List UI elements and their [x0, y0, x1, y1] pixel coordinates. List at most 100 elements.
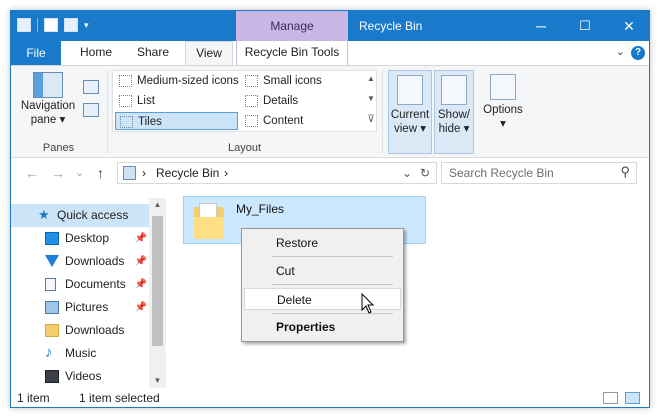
layout-details[interactable]: Details — [241, 92, 363, 110]
search-input[interactable]: Search Recycle Bin ⚲ — [441, 162, 637, 184]
tab-view[interactable]: View — [185, 41, 233, 65]
current-view-label-2: view ▾ — [394, 123, 426, 135]
scrollbar-thumb[interactable] — [152, 216, 163, 346]
new-folder-qat-icon[interactable] — [64, 18, 78, 32]
layout-scroll-up-icon[interactable]: ▲ — [365, 74, 377, 83]
restore-menu-item[interactable]: Restore — [244, 232, 401, 254]
nav-item-label: Pictures — [65, 300, 109, 314]
options-label: Options — [483, 104, 523, 116]
navigation-pane-button[interactable]: Navigation pane ▾ — [17, 72, 79, 126]
up-button[interactable]: ↑ — [97, 165, 104, 181]
ribbon-collapse-icon[interactable]: ⌄ — [616, 45, 625, 58]
properties-menu-item[interactable]: Properties — [244, 316, 401, 338]
pin-icon[interactable]: 📌 — [135, 296, 147, 319]
tiles-icon — [120, 116, 133, 128]
breadcrumb-separator[interactable]: › — [224, 163, 228, 183]
quick-access-toolbar: ▾ — [17, 18, 89, 32]
tab-home[interactable]: Home — [71, 41, 121, 65]
nav-quick-access[interactable]: ★ Quick access — [11, 204, 149, 227]
qat-customize-dropdown-icon[interactable]: ▾ — [84, 20, 89, 31]
show-hide-button[interactable]: Show/ hide ▾ — [434, 70, 474, 154]
forward-button[interactable]: → — [51, 165, 65, 181]
layout-group-label: Layout — [227, 142, 262, 154]
ribbon-divider — [382, 70, 383, 154]
recent-locations-icon[interactable]: ⌄ — [75, 166, 84, 179]
videos-icon — [45, 370, 59, 383]
tab-file[interactable]: File — [11, 41, 61, 65]
item-count: 1 item — [17, 391, 50, 405]
layout-medium-icons-label: Medium-sized icons — [137, 75, 239, 87]
layout-more-icon[interactable]: ⊽ — [365, 114, 377, 125]
star-icon: ★ — [38, 207, 50, 222]
nav-item-label: Music — [65, 346, 97, 360]
details-icon — [245, 95, 258, 107]
qat-divider — [37, 18, 38, 32]
scroll-up-icon[interactable]: ▲ — [149, 200, 166, 209]
tab-share[interactable]: Share — [127, 41, 179, 65]
layout-medium-icons[interactable]: Medium-sized icons — [115, 72, 239, 90]
scroll-down-icon[interactable]: ▼ — [149, 376, 166, 385]
pin-icon[interactable]: 📌 — [135, 273, 147, 296]
menu-separator — [272, 256, 393, 257]
desktop-icon — [45, 232, 59, 245]
address-bar[interactable]: › Recycle Bin › ⌄ ↻ — [117, 162, 437, 184]
pin-icon[interactable]: 📌 — [135, 227, 147, 250]
recycle-bin-app-icon[interactable] — [17, 18, 31, 32]
medium-icons-icon — [119, 75, 132, 87]
navigation-pane: ★ Quick access Desktop 📌 Downloads 📌 Doc… — [11, 198, 166, 388]
pin-icon[interactable]: 📌 — [135, 250, 147, 273]
preview-pane-icon[interactable] — [83, 80, 99, 94]
nav-desktop[interactable]: Desktop 📌 — [11, 227, 149, 250]
cut-menu-item[interactable]: Cut — [244, 260, 401, 282]
selection-status: 1 item selected — [79, 391, 160, 405]
nav-documents[interactable]: Documents 📌 — [11, 273, 149, 296]
back-button[interactable]: ← — [25, 165, 39, 181]
nav-downloads-pinned[interactable]: Downloads 📌 — [11, 250, 149, 273]
details-pane-icon[interactable] — [83, 103, 99, 117]
nav-pictures[interactable]: Pictures 📌 — [11, 296, 149, 319]
layout-list-label: List — [137, 95, 155, 107]
nav-downloads-folder[interactable]: Downloads — [11, 319, 149, 342]
close-button[interactable]: ✕ — [607, 11, 649, 41]
maximize-button[interactable]: ☐ — [563, 11, 607, 41]
tab-recycle-bin-tools[interactable]: Recycle Bin Tools — [236, 41, 348, 65]
mouse-cursor-icon — [361, 293, 375, 314]
properties-qat-icon[interactable] — [44, 18, 58, 32]
breadcrumb-separator[interactable]: › — [142, 163, 146, 183]
current-view-label: Current — [390, 109, 430, 121]
large-icons-view-icon[interactable] — [625, 392, 640, 404]
breadcrumb-recycle-bin[interactable]: Recycle Bin — [156, 163, 219, 183]
nav-videos[interactable]: Videos — [11, 365, 149, 388]
folder-icon — [194, 203, 224, 239]
layout-tiles[interactable]: Tiles — [115, 112, 238, 130]
refresh-icon[interactable]: ↻ — [420, 163, 430, 183]
navigation-pane-label: Navigation — [20, 100, 76, 112]
details-view-icon[interactable] — [603, 392, 618, 404]
nav-item-label: Quick access — [57, 208, 129, 222]
layout-tiles-label: Tiles — [138, 116, 162, 128]
download-arrow-icon — [45, 255, 59, 267]
manage-contextual-tab[interactable]: Manage — [236, 11, 348, 41]
title-bar: ▾ Manage Recycle Bin ─ ☐ ✕ — [11, 11, 649, 41]
options-button[interactable]: Options ▾ — [479, 74, 527, 130]
search-icon[interactable]: ⚲ — [620, 164, 630, 180]
pictures-icon — [45, 301, 59, 314]
minimize-button[interactable]: ─ — [519, 11, 563, 41]
layout-small-icons[interactable]: Small icons — [241, 72, 363, 90]
layout-list[interactable]: List — [115, 92, 238, 110]
nav-item-label: Downloads — [65, 254, 125, 268]
layout-content[interactable]: Content — [241, 112, 363, 130]
nav-item-label: Downloads — [65, 323, 125, 337]
options-icon — [490, 74, 516, 100]
nav-music[interactable]: ♪ Music — [11, 342, 149, 365]
options-dropdown-icon: ▾ — [500, 118, 506, 130]
help-icon[interactable]: ? — [631, 46, 645, 60]
address-dropdown-icon[interactable]: ⌄ — [402, 163, 412, 183]
documents-icon — [45, 278, 56, 291]
delete-menu-item[interactable]: Delete — [244, 288, 401, 310]
nav-pane-scrollbar[interactable]: ▲ ▼ — [149, 198, 166, 388]
layout-scroll-down-icon[interactable]: ▼ — [365, 94, 377, 103]
ribbon-divider — [107, 70, 108, 154]
folder-icon — [45, 324, 59, 337]
current-view-button[interactable]: Current view ▾ — [388, 70, 432, 154]
